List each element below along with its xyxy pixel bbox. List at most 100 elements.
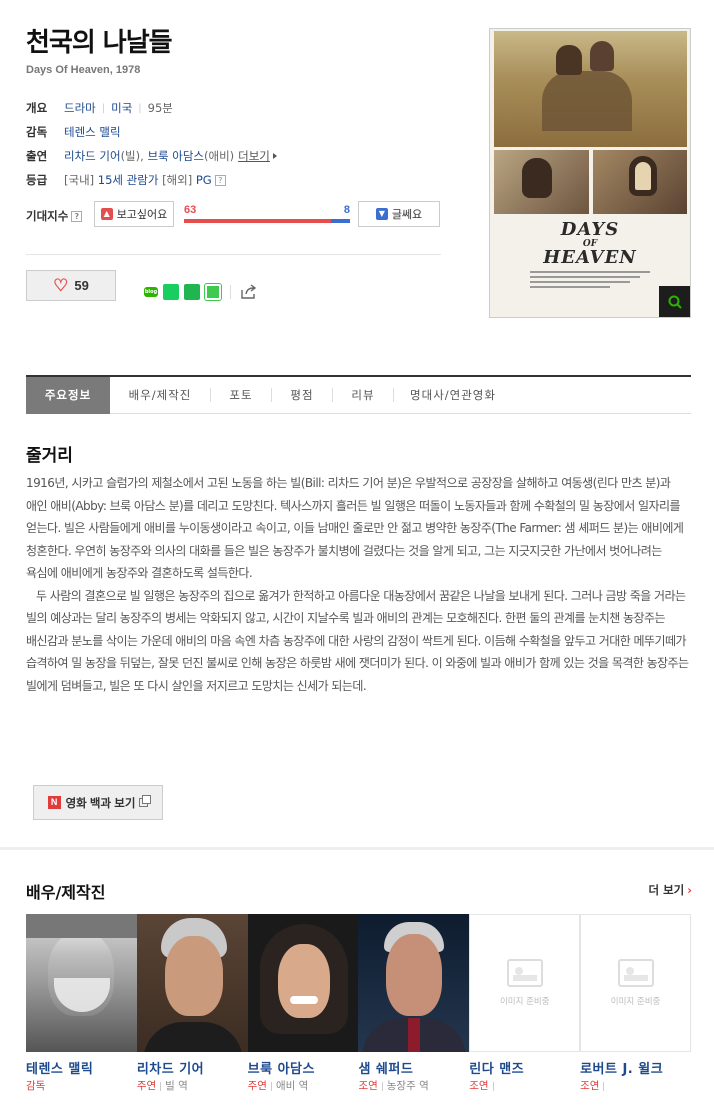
plot-paragraph: 두 사람의 결혼으로 빌 일행은 농장주의 집으로 옮겨가 한적하고 아름다운 … <box>26 588 689 693</box>
not-sure-button[interactable]: ▼ 글쎄요 <box>358 201 440 227</box>
cast-role: 주연 애비 역 <box>248 1078 359 1093</box>
cast-role-type: 주연 <box>247 1080 267 1092</box>
poster-figure <box>556 45 582 75</box>
tab-review[interactable]: 리뷰 <box>333 377 393 414</box>
credit-line <box>530 271 650 273</box>
chevron-right-icon <box>272 153 277 159</box>
tab-cast-crew[interactable]: 배우/제작진 <box>110 377 210 414</box>
question-icon[interactable]: ? <box>71 211 83 222</box>
encyclopedia-button[interactable]: N 영화 백과 보기 <box>33 785 163 820</box>
separator <box>160 1081 162 1091</box>
rating-intl-label: [해외] <box>162 173 193 187</box>
poster-zoom-button[interactable] <box>659 286 690 317</box>
like-count: 59 <box>74 278 89 293</box>
cast-name[interactable]: 린다 맨즈 <box>469 1058 580 1077</box>
thumbs-down-icon: ▼ <box>375 208 388 220</box>
cast-more-link[interactable]: 더 보기 › <box>649 882 693 898</box>
cast-link-1[interactable]: 리차드 기어 <box>64 148 121 164</box>
rating-intl-link[interactable]: PG <box>196 173 212 187</box>
cast-role-type: 조연 <box>469 1080 489 1092</box>
cast-role: 주연 빌 역 <box>137 1078 248 1093</box>
cast-grid: 테렌스 맬릭 감독 리차드 기어 주연 빌 역 브룩 아담스 주연 애비 역 샘 쉐… <box>26 914 692 1093</box>
want-to-watch-button[interactable]: ▲ 보고싶어요 <box>94 201 174 227</box>
like-button[interactable]: ♡ 59 <box>26 270 116 301</box>
cast-name[interactable]: 브룩 아담스 <box>248 1058 359 1077</box>
cast-link-2[interactable]: 브룩 아담스 <box>147 148 204 164</box>
plot-heading: 줄거리 <box>26 446 73 466</box>
cast-photo[interactable] <box>358 914 470 1052</box>
expectation-bar-track <box>184 219 350 223</box>
poster-title-line: DAYS <box>560 219 620 240</box>
section-divider <box>0 847 714 850</box>
memo-share-icon[interactable] <box>204 283 222 301</box>
cast-section-heading: 배우/제작진 <box>26 883 106 902</box>
cast-card[interactable]: 테렌스 맬릭 감독 <box>26 914 137 1093</box>
portrait-smile <box>289 996 318 1004</box>
genre-link[interactable]: 드라마 <box>64 100 96 116</box>
movie-subtitle: Days Of Heaven, 1978 <box>26 64 141 76</box>
cast-photo-placeholder[interactable]: 이미지 준비중 <box>469 914 581 1052</box>
no-image-icon <box>617 959 654 987</box>
cast-card[interactable]: 리차드 기어 주연 빌 역 <box>136 914 248 1093</box>
portrait-face <box>277 944 330 1018</box>
credit-line <box>530 281 630 283</box>
rating-kr-link[interactable]: 15세 관람가 <box>98 172 159 188</box>
poster-image-top <box>494 31 687 147</box>
tab-main-info[interactable]: 주요정보 <box>26 376 110 414</box>
bookmark-share-icon[interactable] <box>184 284 200 300</box>
chevron-right-icon: › <box>687 883 692 897</box>
rating-row: 등급 [국내] 15세 관람가 [해외] PG ? <box>26 168 441 192</box>
poster-figure <box>542 71 632 131</box>
cast-photo[interactable] <box>247 914 359 1052</box>
cast-role: 조연 <box>469 1078 580 1093</box>
tab-quotes-related[interactable]: 명대사/연관영화 <box>394 377 512 414</box>
movie-info: 개요 드라마 | 미국 | 95분 감독 테렌스 맬릭 출연 리차드 기어 (빌… <box>26 96 441 192</box>
expectation-label: 기대지수? <box>26 208 83 224</box>
expectation-bar: 63 8 <box>184 204 350 228</box>
cast-photo[interactable] <box>136 914 248 1052</box>
cast-role-1: (빌) <box>120 149 141 163</box>
cast-role: 조연 농장주 역 <box>358 1078 469 1093</box>
poster-still-left <box>494 150 589 214</box>
overview-row: 개요 드라마 | 미국 | 95분 <box>26 96 441 120</box>
cafe-share-icon[interactable] <box>163 284 179 300</box>
tab-photo[interactable]: 포토 <box>211 377 271 414</box>
expectation-widget: 기대지수? ▲ 보고싶어요 63 8 ▼ 글쎄요 <box>26 200 441 230</box>
dont-label: 글쎄요 <box>391 208 423 221</box>
overview-key: 개요 <box>26 101 48 115</box>
cast-photo[interactable] <box>26 914 137 1052</box>
cast-name[interactable]: 리차드 기어 <box>137 1058 248 1077</box>
cast-name[interactable]: 로버트 J. 윌크 <box>580 1058 691 1077</box>
cast-role-type: 조연 <box>358 1080 378 1092</box>
plot-text: 1916년, 시카고 슬럼가의 제철소에서 고된 노동을 하는 빌(Bill: … <box>26 472 691 697</box>
cast-more-link[interactable]: 더보기 <box>238 148 270 164</box>
want-count: 63 <box>184 204 197 216</box>
heart-icon: ♡ <box>53 276 69 295</box>
credit-line <box>530 276 640 278</box>
share-icon[interactable] <box>240 284 258 300</box>
portrait-body <box>142 1022 243 1052</box>
cast-card[interactable]: 샘 쉐퍼드 조연 농장주 역 <box>358 914 470 1093</box>
cast-name[interactable]: 테렌스 맬릭 <box>26 1058 137 1077</box>
expectation-label-text: 기대지수 <box>26 209 69 223</box>
tab-bar: 주요정보 배우/제작진 포토 평점 리뷰 명대사/연관영화 <box>26 375 691 414</box>
cast-card[interactable]: 이미지 준비중 로버트 J. 윌크 조연 <box>580 914 692 1093</box>
divider <box>26 254 441 255</box>
movie-poster[interactable]: DAYS OF HEAVEN <box>489 28 691 318</box>
portrait-hat <box>26 914 137 938</box>
cast-part: 농장주 역 <box>386 1080 429 1092</box>
thumbs-up-icon: ▲ <box>100 208 113 220</box>
separator <box>270 1081 272 1091</box>
director-link[interactable]: 테렌스 맬릭 <box>64 124 121 140</box>
cast-card[interactable]: 이미지 준비중 린다 맨즈 조연 <box>469 914 581 1093</box>
country-link[interactable]: 미국 <box>111 100 132 116</box>
cast-key: 출연 <box>26 149 48 163</box>
question-icon[interactable]: ? <box>214 174 226 186</box>
cast-photo-placeholder[interactable]: 이미지 준비중 <box>580 914 692 1052</box>
cast-card[interactable]: 브룩 아담스 주연 애비 역 <box>247 914 359 1093</box>
separator <box>381 1081 383 1091</box>
cast-name[interactable]: 샘 쉐퍼드 <box>358 1058 469 1077</box>
blog-share-icon[interactable]: blog <box>144 287 158 297</box>
tab-rating[interactable]: 평점 <box>272 377 332 414</box>
poster-title: DAYS OF HEAVEN <box>490 221 690 267</box>
